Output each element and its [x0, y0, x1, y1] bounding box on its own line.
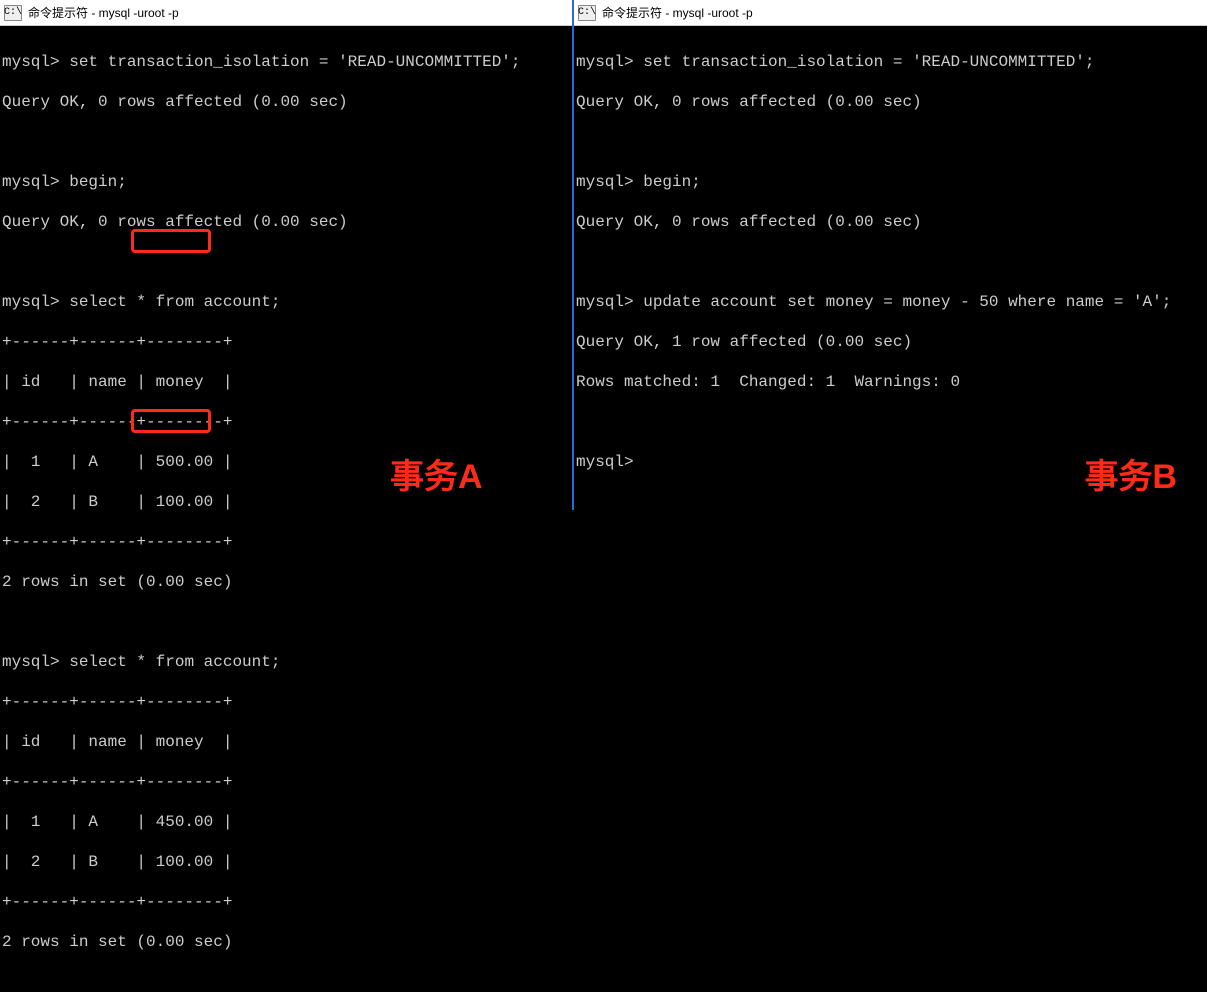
caption-transaction-b: 事务B — [1084, 449, 1177, 498]
mysql-prompt: mysql> — [2, 173, 60, 191]
mysql-prompt: mysql> — [2, 53, 60, 71]
window-title: 命令提示符 - mysql -uroot -p — [28, 4, 179, 21]
titlebar[interactable]: C:\ 命令提示符 - mysql -uroot -p — [574, 0, 1207, 26]
mysql-prompt: mysql> — [2, 653, 60, 671]
cmd-icon: C:\ — [578, 5, 596, 21]
table-border: +------+------+--------+ — [2, 772, 570, 792]
mysql-prompt: mysql> — [576, 53, 634, 71]
rows-in-set: 2 rows in set (0.00 sec) — [2, 572, 570, 592]
cmd-select: select * from account; — [69, 653, 280, 671]
query-ok: Query OK, 0 rows affected (0.00 sec) — [576, 212, 1205, 232]
titlebar[interactable]: C:\ 命令提示符 - mysql -uroot -p — [0, 0, 572, 26]
table-row: | 2 | B | 100.00 | — [2, 492, 570, 512]
query-ok: Query OK, 1 row affected (0.00 sec) — [576, 332, 1205, 352]
table-border: +------+------+--------+ — [2, 412, 570, 432]
query-ok: Query OK, 0 rows affected (0.00 sec) — [576, 92, 1205, 112]
mysql-prompt: mysql> — [576, 293, 634, 311]
table-border: +------+------+--------+ — [2, 332, 570, 352]
terminal-window-b: C:\ 命令提示符 - mysql -uroot -p mysql> set t… — [574, 0, 1207, 510]
cmd-set-isolation: set transaction_isolation = 'READ-UNCOMM… — [69, 53, 520, 71]
cmd-select: select * from account; — [69, 293, 280, 311]
table-border: +------+------+--------+ — [2, 532, 570, 552]
mysql-prompt: mysql> — [2, 293, 60, 311]
mysql-prompt: mysql> — [576, 453, 634, 471]
cmd-begin: begin; — [643, 173, 701, 191]
rows-matched: Rows matched: 1 Changed: 1 Warnings: 0 — [576, 372, 1205, 392]
rows-in-set: 2 rows in set (0.00 sec) — [2, 932, 570, 952]
window-title: 命令提示符 - mysql -uroot -p — [602, 4, 753, 21]
table-row: | 2 | B | 100.00 | — [2, 852, 570, 872]
terminal-window-a: C:\ 命令提示符 - mysql -uroot -p mysql> set t… — [0, 0, 574, 510]
query-ok: Query OK, 0 rows affected (0.00 sec) — [2, 92, 570, 112]
cmd-update: update account set money = money - 50 wh… — [643, 293, 1171, 311]
caption-transaction-a: 事务A — [390, 449, 483, 498]
table-header: | id | name | money | — [2, 732, 570, 752]
terminal-output[interactable]: mysql> set transaction_isolation = 'READ… — [0, 26, 572, 510]
cmd-icon: C:\ — [4, 5, 22, 21]
table-header: | id | name | money | — [2, 372, 570, 392]
query-ok: Query OK, 0 rows affected (0.00 sec) — [2, 212, 570, 232]
table-border: +------+------+--------+ — [2, 892, 570, 912]
table-border: +------+------+--------+ — [2, 692, 570, 712]
terminal-output[interactable]: mysql> set transaction_isolation = 'READ… — [574, 26, 1207, 510]
cmd-set-isolation: set transaction_isolation = 'READ-UNCOMM… — [643, 53, 1094, 71]
mysql-prompt: mysql> — [576, 173, 634, 191]
cmd-begin: begin; — [69, 173, 127, 191]
table-row: | 1 | A | 500.00 | — [2, 452, 570, 472]
table-row: | 1 | A | 450.00 | — [2, 812, 570, 832]
